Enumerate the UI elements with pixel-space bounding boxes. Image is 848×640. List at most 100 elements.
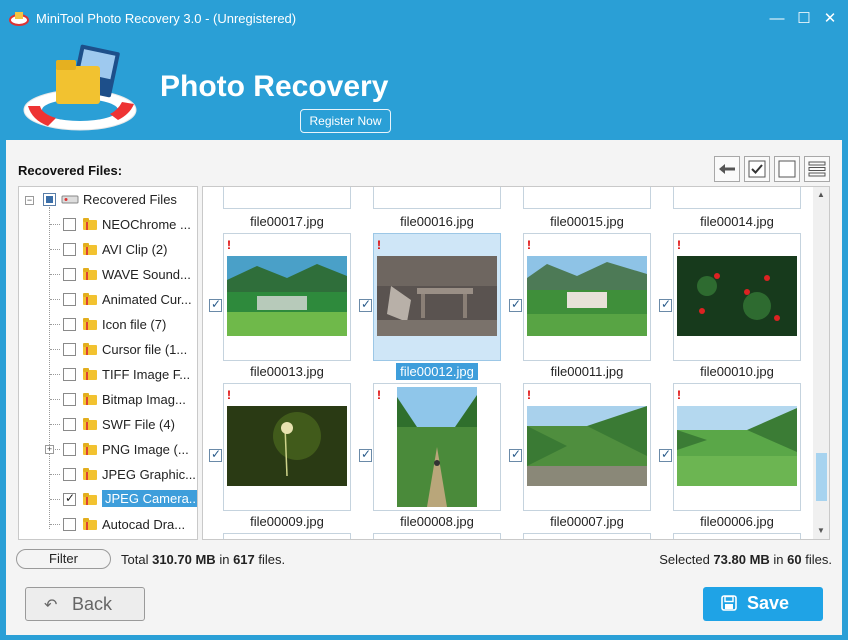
file-checkbox[interactable] <box>659 297 672 312</box>
tree-item-checkbox[interactable] <box>63 318 76 331</box>
tree-item[interactable]: Bitmap Imag... <box>19 387 197 412</box>
photo-thumbnail <box>677 256 797 336</box>
folder-icon <box>83 393 97 405</box>
tree-item[interactable]: AVI Clip (2) <box>19 237 197 262</box>
tree-item-label: Animated Cur... <box>102 292 192 307</box>
back-arrow-button[interactable] <box>714 156 740 182</box>
tree-item-checkbox[interactable] <box>63 368 76 381</box>
tree-item[interactable]: Animated Cur... <box>19 287 197 312</box>
list-view-button[interactable] <box>804 156 830 182</box>
close-button[interactable]: ✕ <box>819 8 841 30</box>
thumbnail-tile[interactable] <box>523 187 651 209</box>
folder-icon <box>83 493 97 505</box>
tree-item-label: SWF File (4) <box>102 417 175 432</box>
tree-item[interactable]: JPEG Camera... <box>19 487 197 512</box>
thumbnail-tile-selected[interactable]: ! <box>373 233 501 361</box>
save-button[interactable]: Save <box>703 587 823 621</box>
thumbnail-tile[interactable] <box>223 187 351 209</box>
check-all-button[interactable] <box>744 156 770 182</box>
tree-item-label: JPEG Graphic... <box>102 467 196 482</box>
uncheck-all-button[interactable] <box>774 156 800 182</box>
file-checkbox[interactable] <box>209 447 222 462</box>
tree-item-checkbox[interactable] <box>63 243 76 256</box>
minimize-button[interactable]: — <box>766 8 788 30</box>
file-name: file00014.jpg <box>700 214 774 229</box>
thumbnail-tile[interactable]: ! <box>523 383 651 511</box>
filter-button[interactable]: Filter <box>16 549 111 569</box>
tree-item-checkbox[interactable] <box>63 491 76 506</box>
file-checkbox[interactable] <box>659 447 672 462</box>
file-checkbox[interactable] <box>509 297 522 312</box>
photo-thumbnail <box>677 406 797 486</box>
tree-item-checkbox[interactable] <box>63 468 76 481</box>
tree-item[interactable]: JPEG Graphic... <box>19 462 197 487</box>
file-checkbox[interactable] <box>209 297 222 312</box>
folder-icon <box>83 343 97 355</box>
tree-item-checkbox[interactable] <box>63 343 76 356</box>
thumbnail-tile[interactable]: ! <box>523 233 651 361</box>
thumbnail-tile[interactable] <box>523 533 651 539</box>
tree-item[interactable]: + PNG Image (... <box>19 437 197 462</box>
tree-item-label: Icon file (7) <box>102 317 167 332</box>
tree-item-checkbox[interactable] <box>63 393 76 406</box>
vertical-scrollbar[interactable]: ▲ ▼ <box>813 187 829 539</box>
tree-item[interactable]: Autocad Dra... <box>19 512 197 537</box>
folder-icon <box>83 268 97 280</box>
warning-icon: ! <box>527 388 531 402</box>
back-button[interactable]: ↶ Back <box>25 587 145 621</box>
tree-item[interactable]: Cursor file (1... <box>19 337 197 362</box>
thumbnail-tile[interactable] <box>673 187 801 209</box>
tree-item-checkbox[interactable] <box>63 518 76 531</box>
thumbnail-tile[interactable]: ! <box>223 233 351 361</box>
file-name: file00013.jpg <box>250 364 324 379</box>
tree-item[interactable]: NEOChrome ... <box>19 212 197 237</box>
thumbnail-tile[interactable] <box>373 533 501 539</box>
photo-thumbnail <box>377 256 497 336</box>
tree-item[interactable]: SWF File (4) <box>19 412 197 437</box>
file-name: file00008.jpg <box>400 514 474 529</box>
thumbnail-tile[interactable]: ! <box>673 233 801 361</box>
thumbnail-tile[interactable]: ! <box>223 383 351 511</box>
tree-item-label: PNG Image (... <box>102 442 189 457</box>
brand-title: Photo Recovery <box>160 70 389 103</box>
tree-item[interactable]: TIFF Image F... <box>19 362 197 387</box>
expand-icon[interactable]: + <box>45 445 54 454</box>
tree-item-checkbox[interactable] <box>63 268 76 281</box>
check-all-icon <box>748 160 766 178</box>
scroll-up-icon[interactable]: ▲ <box>813 187 829 203</box>
thumbnail-tile[interactable] <box>673 533 801 539</box>
file-checkbox[interactable] <box>359 297 372 312</box>
total-suffix: files. <box>258 552 286 567</box>
root-checkbox[interactable] <box>43 193 56 206</box>
tree-item-label: JPEG Camera... <box>102 490 197 507</box>
file-type-tree[interactable]: − Recovered Files NEOChrome ... AVI Clip … <box>18 186 198 540</box>
warning-icon: ! <box>677 388 681 402</box>
tree-item-checkbox[interactable] <box>63 418 76 431</box>
tree-item-checkbox[interactable] <box>63 218 76 231</box>
file-checkbox[interactable] <box>509 447 522 462</box>
file-checkbox[interactable] <box>359 447 372 462</box>
tree-item-checkbox[interactable] <box>63 293 76 306</box>
thumbnail-tile[interactable]: ! <box>673 383 801 511</box>
total-count: 617 <box>233 552 255 567</box>
file-name-selected: file00012.jpg <box>373 363 501 380</box>
thumbnail-grid[interactable]: file00017.jpg file00016.jpg file00015.jp… <box>202 186 830 540</box>
file-name: file00010.jpg <box>700 364 774 379</box>
thumbnail-tile[interactable] <box>223 533 351 539</box>
arrow-left-icon <box>719 164 735 174</box>
register-now-button[interactable]: Register Now <box>300 109 391 133</box>
thumbnail-tile[interactable]: ! <box>373 383 501 511</box>
scroll-thumb[interactable] <box>816 453 827 501</box>
tree-item-label: TIFF Image F... <box>102 367 191 382</box>
maximize-button[interactable]: ☐ <box>793 8 815 30</box>
tree-root-recovered-files[interactable]: Recovered Files <box>19 187 197 212</box>
tree-item-checkbox[interactable] <box>63 443 76 456</box>
scroll-down-icon[interactable]: ▼ <box>813 523 829 539</box>
tree-item[interactable]: WAVE Sound... <box>19 262 197 287</box>
folder-icon <box>83 243 97 255</box>
tree-item-label: Cursor file (1... <box>102 342 188 357</box>
uncheck-all-icon <box>778 160 796 178</box>
thumbnail-tile[interactable] <box>373 187 501 209</box>
list-view-icon <box>808 161 826 177</box>
tree-item[interactable]: Icon file (7) <box>19 312 197 337</box>
